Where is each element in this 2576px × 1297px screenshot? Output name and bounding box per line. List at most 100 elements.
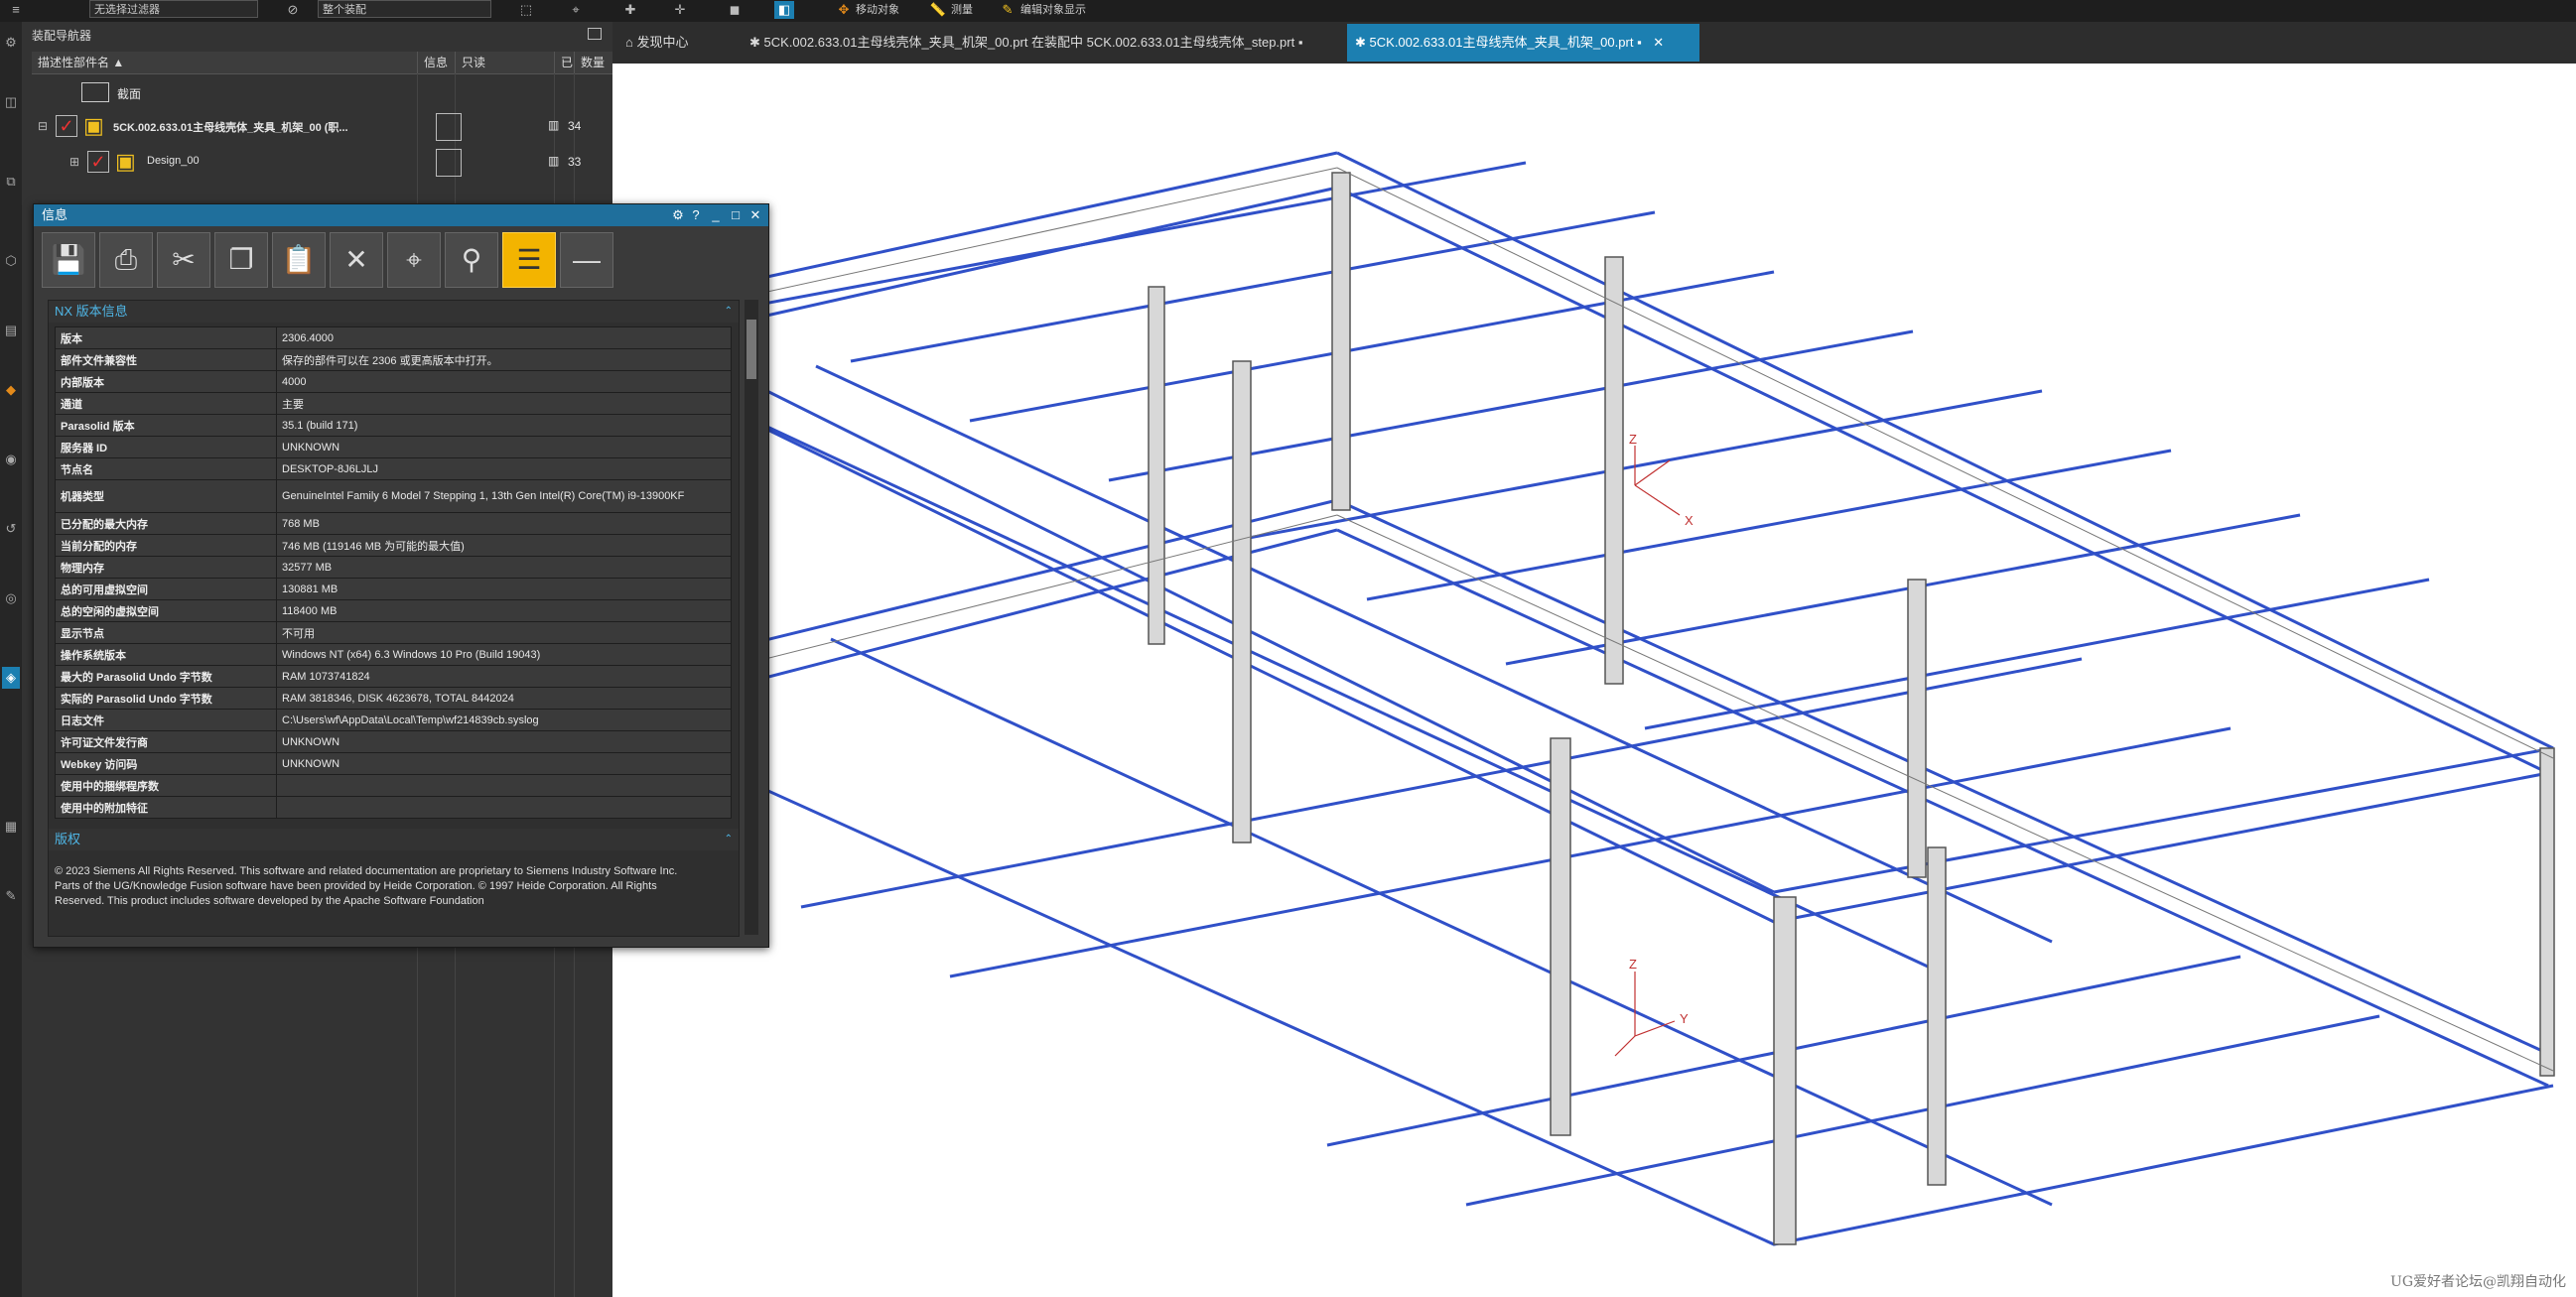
point-icon[interactable]: ✚ — [620, 1, 640, 19]
maximize-icon[interactable]: □ — [727, 204, 745, 226]
tab-active-part[interactable]: ✱ 5CK.002.633.01主母线壳体_夹具_机架_00.prt ▪ ✕ — [1347, 24, 1699, 62]
column-loaded[interactable]: 已 — [554, 52, 574, 73]
checkbox-icon[interactable]: ✓ — [87, 151, 109, 173]
shaded-icon[interactable]: ◧ — [774, 1, 794, 19]
folder-icon — [81, 82, 109, 102]
info-key: 显示节点 — [55, 621, 277, 644]
move-object-icon[interactable]: ✥ — [834, 1, 854, 19]
column-readonly[interactable]: 只读 — [455, 52, 554, 73]
collapse-icon[interactable]: ⌃ — [725, 829, 733, 850]
delete-icon[interactable]: ✕ — [330, 232, 383, 288]
collapse-icon[interactable]: ⊟ — [38, 119, 48, 133]
history-icon[interactable]: ↺ — [2, 518, 20, 540]
csys-triad[interactable] — [1634, 446, 1681, 516]
constraint-navigator-icon[interactable]: ⬡ — [2, 250, 20, 272]
checkbox-icon[interactable]: ✓ — [56, 115, 77, 137]
info-value: 35.1 (build 171) — [276, 414, 732, 437]
info-row: 机器类型 GenuineIntel Family 6 Model 7 Steppi… — [55, 479, 732, 513]
line-icon[interactable]: — — [560, 232, 613, 288]
info-key: 日志文件 — [55, 709, 277, 731]
tools-icon[interactable]: ✎ — [2, 885, 20, 907]
tab-bar: ⌂ 发现中心 ✱ 5CK.002.633.01主母线壳体_夹具_机架_00.pr… — [612, 22, 2576, 64]
edit-display-icon[interactable]: ✎ — [998, 1, 1017, 19]
info-value: 768 MB — [276, 512, 732, 535]
process-studio-icon[interactable]: ◎ — [2, 587, 20, 609]
info-row: 最大的 Parasolid Undo 字节数 RAM 1073741824 — [55, 665, 732, 688]
hd3d-icon[interactable]: ◆ — [2, 379, 20, 401]
info-key: 物理内存 — [55, 556, 277, 579]
minimize-icon[interactable]: _ — [707, 204, 725, 226]
crosshair-icon[interactable]: ⌖ — [387, 232, 441, 288]
axis-y-label: Y — [1680, 1011, 1689, 1026]
part-navigator-icon[interactable]: ◫ — [2, 91, 20, 113]
select-icon[interactable]: ⬚ — [516, 1, 536, 19]
info-row: 当前分配的内存 746 MB (119146 MB 为可能的最大值) — [55, 534, 732, 557]
tab-discovery-center[interactable]: ⌂ 发现中心 — [617, 24, 737, 62]
info-row: 实际的 Parasolid Undo 字节数 RAM 3818346, DISK … — [55, 687, 732, 710]
gear-icon[interactable]: ⚙ — [669, 204, 687, 226]
system-materials-icon[interactable]: ▦ — [2, 816, 20, 838]
copy-icon[interactable]: ❐ — [214, 232, 268, 288]
menu-icon[interactable]: ≡ — [6, 1, 26, 19]
paste-icon[interactable]: 📋 — [272, 232, 326, 288]
axis-x-label: X — [1685, 513, 1694, 528]
save-state-icon — [436, 149, 462, 177]
snap-icon[interactable]: ⌖ — [566, 1, 586, 19]
expand-icon[interactable]: ⊞ — [69, 155, 79, 169]
move-object-button[interactable]: 移动对象 — [856, 1, 899, 19]
info-key: 总的空闲的虚拟空间 — [55, 599, 277, 622]
print-icon[interactable]: ⎙ — [99, 232, 153, 288]
roles-icon[interactable]: ◈ — [2, 667, 20, 689]
info-value: RAM 1073741824 — [276, 665, 732, 688]
tab-part-in-assembly[interactable]: ✱ 5CK.002.633.01主母线壳体_夹具_机架_00.prt 在装配中 … — [742, 24, 1337, 62]
column-quantity[interactable]: 数量 — [574, 52, 612, 73]
info-value: GenuineIntel Family 6 Model 7 Stepping 1… — [276, 479, 732, 513]
info-row: 使用中的附加特征 — [55, 796, 732, 819]
selection-scope-combo[interactable]: 整个装配 — [318, 0, 491, 18]
tree-row-section[interactable]: 截面 — [32, 76, 612, 112]
csys-triad[interactable] — [1614, 972, 1676, 1057]
section-version[interactable]: NX 版本信息 ⌃ — [49, 301, 739, 323]
scrollbar[interactable] — [745, 300, 758, 935]
reuse-library-icon[interactable]: ▤ — [2, 320, 20, 341]
column-info[interactable]: 信息 — [417, 52, 455, 73]
tree-row-assembly[interactable]: ⊟ ✓ ▣ 5CK.002.633.01主母线壳体_夹具_机架_00 (职...… — [32, 109, 612, 145]
graphics-window[interactable]: Z X Z Y UG爱好者论坛@凯翔自动化 — [612, 64, 2576, 1297]
settings-icon[interactable]: ⚙ — [2, 32, 20, 54]
measure-icon[interactable]: 📏 — [928, 1, 948, 19]
solid-icon[interactable]: ◼ — [725, 1, 745, 19]
info-key: 已分配的最大内存 — [55, 512, 277, 535]
collapse-icon[interactable]: ⌃ — [725, 301, 733, 323]
close-icon[interactable]: ✕ — [746, 204, 764, 226]
info-row: 已分配的最大内存 768 MB — [55, 512, 732, 535]
section-title: NX 版本信息 — [55, 304, 128, 319]
assembly-navigator-icon[interactable]: ⧉ — [2, 171, 20, 193]
info-value: 主要 — [276, 392, 732, 415]
selection-filter-combo[interactable]: 无选择过滤器 — [89, 0, 258, 18]
measure-button[interactable]: 测量 — [951, 1, 973, 19]
close-icon[interactable]: ✕ — [1653, 35, 1664, 50]
info-key: 总的可用虚拟空间 — [55, 578, 277, 600]
wrap-text-icon[interactable]: ☰ — [502, 232, 556, 288]
section-copyright[interactable]: 版权 ⌃ — [49, 829, 739, 850]
scroll-thumb[interactable] — [746, 320, 756, 379]
point-on-face-icon[interactable]: ✛ — [670, 1, 690, 19]
top-toolbar: ≡ 无选择过滤器 ⊘ 整个装配 ⬚ ⌖ ✚ ✛ ◼ ◧ ✥ 移动对象 📏 测量 … — [0, 0, 2576, 23]
info-row: 服务器 ID UNKNOWN — [55, 436, 732, 458]
tree-row-design[interactable]: ⊞ ✓ ▣ Design_00 ▥ 33 — [32, 145, 612, 181]
loaded-icon: ▥ — [548, 118, 560, 132]
web-browser-icon[interactable]: ◉ — [2, 449, 20, 470]
cut-icon[interactable]: ✂ — [157, 232, 210, 288]
resource-bar: ⚙ ◫ ⧉ ⬡ ▤ ◆ ◉ ↺ ◎ ◈ ▦ ✎ — [0, 22, 23, 1297]
column-name-label: 描述性部件名 — [38, 56, 110, 69]
tree-row-label: 5CK.002.633.01主母线壳体_夹具_机架_00 (职... — [113, 122, 348, 134]
quantity-value: 34 — [568, 119, 582, 133]
column-name[interactable]: 描述性部件名 ▲ — [32, 52, 417, 73]
maximize-icon[interactable] — [588, 28, 602, 40]
info-value: 2306.4000 — [276, 326, 732, 349]
filter-reset-icon[interactable]: ⊘ — [283, 1, 303, 19]
save-icon[interactable]: 💾 — [42, 232, 95, 288]
edit-display-button[interactable]: 编辑对象显示 — [1020, 1, 1086, 19]
find-icon[interactable]: ⚲ — [445, 232, 498, 288]
help-icon[interactable]: ? — [687, 204, 705, 226]
